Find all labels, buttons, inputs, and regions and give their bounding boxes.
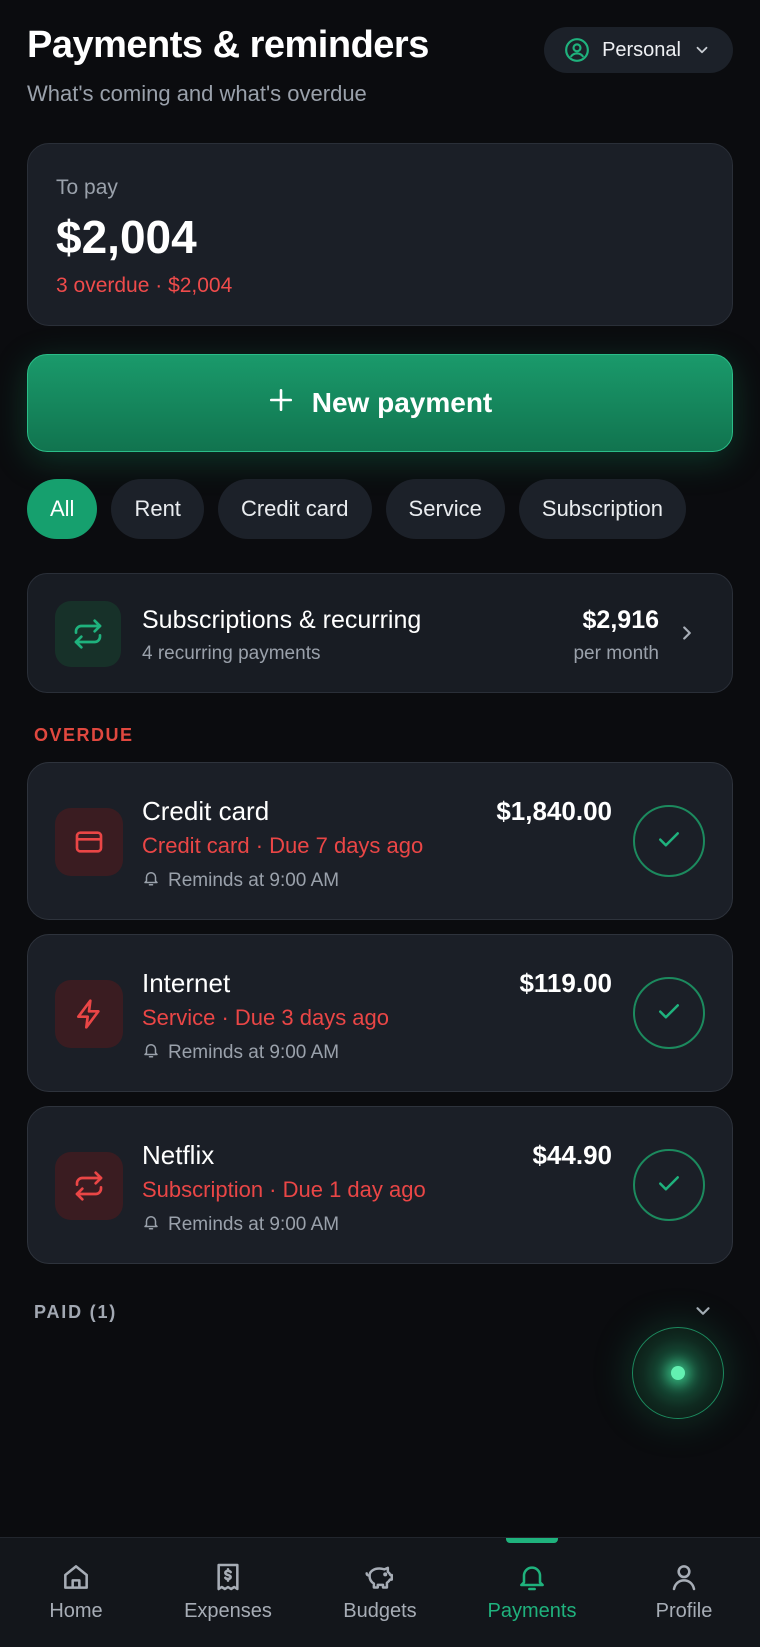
payment-reminder-text: Reminds at 9:00 AM bbox=[168, 1042, 340, 1063]
payment-due-meta: Credit card · Due 7 days ago bbox=[142, 833, 424, 858]
payment-amount: $1,840.00 bbox=[496, 796, 612, 826]
payment-name: Internet bbox=[142, 968, 231, 998]
home-icon bbox=[60, 1560, 92, 1594]
chevron-down-icon[interactable] bbox=[692, 1300, 714, 1327]
chevron-right-icon bbox=[676, 622, 698, 649]
filter-chip-credit-card[interactable]: Credit card bbox=[217, 479, 372, 539]
piggy-bank-icon bbox=[363, 1560, 397, 1594]
payment-card[interactable]: Credit card Credit card · Due 7 days ago… bbox=[27, 762, 733, 920]
bell-icon bbox=[142, 1041, 160, 1065]
nav-label-profile: Profile bbox=[655, 1600, 713, 1622]
filter-chips: All Rent Credit card Service Subscriptio… bbox=[27, 479, 686, 539]
recurring-period: per month bbox=[573, 643, 659, 664]
floating-assistant-button[interactable] bbox=[632, 1327, 724, 1419]
payment-name: Credit card bbox=[142, 796, 270, 826]
repeat-icon bbox=[55, 1152, 123, 1220]
header: Payments & reminders What's coming and w… bbox=[27, 24, 733, 107]
mark-paid-button[interactable] bbox=[633, 1149, 705, 1221]
new-payment-button[interactable]: New payment bbox=[27, 354, 733, 452]
payment-amount: $44.90 bbox=[532, 1140, 612, 1170]
repeat-icon bbox=[55, 601, 121, 667]
recurring-title: Subscriptions & recurring bbox=[142, 606, 422, 634]
check-icon bbox=[654, 1168, 684, 1203]
payment-reminder-text: Reminds at 9:00 AM bbox=[168, 1214, 340, 1235]
bell-icon bbox=[142, 1213, 160, 1237]
filter-chip-all[interactable]: All bbox=[27, 479, 98, 539]
nav-label-payments: Payments bbox=[487, 1600, 577, 1622]
nav-label-budgets: Budgets bbox=[343, 1600, 417, 1622]
payment-due-meta: Subscription · Due 1 day ago bbox=[142, 1177, 426, 1202]
nav-label-home: Home bbox=[49, 1600, 103, 1622]
page-subtitle: What's coming and what's overdue bbox=[27, 81, 367, 106]
filter-chip-subscription[interactable]: Subscription bbox=[518, 479, 686, 539]
payment-amount: $119.00 bbox=[519, 968, 612, 998]
bell-icon bbox=[142, 869, 160, 893]
nav-item-expenses[interactable]: Expenses bbox=[152, 1538, 304, 1647]
paid-section-toggle[interactable]: PAID (1) bbox=[34, 1302, 117, 1323]
nav-item-home[interactable]: Home bbox=[0, 1538, 152, 1647]
user-circle-icon bbox=[564, 37, 590, 63]
new-payment-label: New payment bbox=[311, 387, 493, 418]
plus-icon bbox=[268, 387, 294, 420]
lightning-icon bbox=[55, 980, 123, 1048]
credit-card-icon bbox=[55, 808, 123, 876]
payment-reminder: Reminds at 9:00 AM bbox=[142, 1213, 339, 1237]
mark-paid-button[interactable] bbox=[633, 805, 705, 877]
nav-item-payments[interactable]: Payments bbox=[456, 1538, 608, 1647]
subscriptions-recurring-card[interactable]: Subscriptions & recurring 4 recurring pa… bbox=[27, 573, 733, 693]
payment-reminder: Reminds at 9:00 AM bbox=[142, 869, 339, 893]
nav-item-budgets[interactable]: Budgets bbox=[304, 1538, 456, 1647]
payment-name: Netflix bbox=[142, 1140, 215, 1170]
check-icon bbox=[654, 996, 684, 1031]
receipt-icon bbox=[212, 1560, 244, 1594]
bell-icon bbox=[516, 1560, 548, 1594]
to-pay-amount: $2,004 bbox=[56, 211, 197, 263]
overdue-summary: 3 overdue · $2,004 bbox=[56, 274, 233, 297]
filter-chip-service[interactable]: Service bbox=[385, 479, 505, 539]
chevron-down-icon bbox=[693, 41, 711, 59]
recurring-amount: $2,916 bbox=[582, 606, 659, 634]
nav-item-profile[interactable]: Profile bbox=[608, 1538, 760, 1647]
to-pay-label: To pay bbox=[56, 176, 118, 199]
glow-dot-icon bbox=[671, 1366, 685, 1380]
bottom-navigation: Home Expenses Budgets Payments Profile bbox=[0, 1537, 760, 1647]
payment-reminder-text: Reminds at 9:00 AM bbox=[168, 870, 340, 891]
to-pay-summary-card: To pay $2,004 3 overdue · $2,004 bbox=[27, 143, 733, 326]
user-icon bbox=[668, 1560, 700, 1594]
profile-switcher[interactable]: Personal bbox=[544, 27, 733, 73]
payment-card[interactable]: Netflix Subscription · Due 1 day ago Rem… bbox=[27, 1106, 733, 1264]
active-tab-indicator bbox=[506, 1538, 558, 1543]
payments-screen: Payments & reminders What's coming and w… bbox=[0, 0, 760, 1647]
recurring-count: 4 recurring payments bbox=[142, 643, 321, 664]
nav-label-expenses: Expenses bbox=[184, 1600, 272, 1622]
payment-reminder: Reminds at 9:00 AM bbox=[142, 1041, 339, 1065]
check-icon bbox=[654, 824, 684, 859]
mark-paid-button[interactable] bbox=[633, 977, 705, 1049]
overdue-section-heading: OVERDUE bbox=[34, 725, 134, 745]
payment-due-meta: Service · Due 3 days ago bbox=[142, 1005, 390, 1030]
filter-chip-rent[interactable]: Rent bbox=[111, 479, 204, 539]
profile-switcher-label: Personal bbox=[602, 38, 681, 61]
payment-card[interactable]: Internet Service · Due 3 days ago Remind… bbox=[27, 934, 733, 1092]
